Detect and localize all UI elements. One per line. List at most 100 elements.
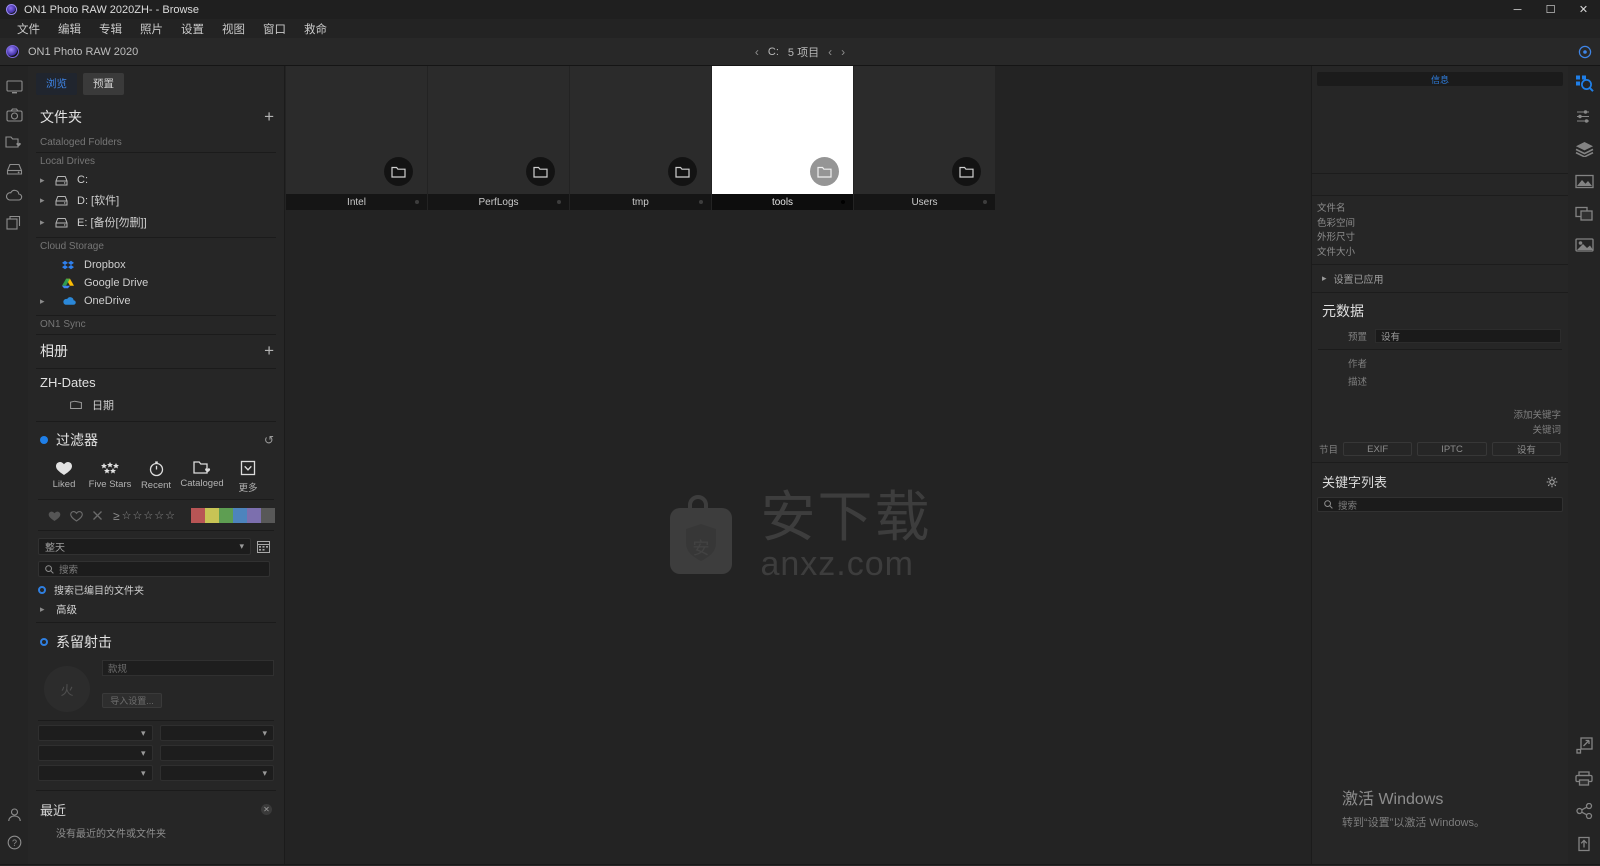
radio-icon[interactable] bbox=[38, 585, 46, 594]
develop-sliders-icon[interactable] bbox=[1576, 109, 1593, 124]
filter-liked[interactable]: Liked bbox=[42, 460, 86, 494]
effects-landscape-icon[interactable] bbox=[1574, 174, 1594, 189]
heart-filled-icon[interactable] bbox=[48, 510, 61, 522]
color-swatch-purple[interactable] bbox=[246, 508, 261, 523]
minimize-button[interactable]: ─ bbox=[1501, 0, 1534, 19]
metadata-preset-field[interactable]: 设有 bbox=[1375, 329, 1561, 343]
add-album-button[interactable]: + bbox=[264, 342, 274, 359]
keyword-search-input[interactable]: 搜索 bbox=[1317, 497, 1563, 512]
color-swatch-gray[interactable] bbox=[260, 508, 275, 523]
date-range-select[interactable]: 整天 ▾ bbox=[38, 538, 251, 555]
chevron-right-icon[interactable]: ▸ bbox=[40, 195, 48, 206]
menu-item-file[interactable]: 文件 bbox=[8, 21, 49, 37]
thumbnail-cell-users[interactable]: Users bbox=[854, 66, 995, 210]
maximize-button[interactable]: ☐ bbox=[1534, 0, 1567, 19]
chevron-right-icon[interactable]: ▸ bbox=[40, 175, 48, 186]
thumbnail-cell-tmp[interactable]: tmp bbox=[570, 66, 711, 210]
chevron-right-icon[interactable]: ▸ bbox=[40, 604, 48, 615]
star-icon[interactable]: ☆ bbox=[165, 509, 175, 522]
star-icon[interactable]: ☆ bbox=[143, 509, 153, 522]
color-swatch-green[interactable] bbox=[218, 508, 233, 523]
star-icon[interactable]: ☆ bbox=[122, 509, 132, 522]
thumbnail-cell-intel[interactable]: Intel bbox=[286, 66, 427, 210]
iptc-button[interactable]: IPTC bbox=[1417, 442, 1487, 456]
heart-outline-icon[interactable] bbox=[70, 510, 83, 522]
filter-more[interactable]: 更多 bbox=[226, 460, 270, 494]
drive-item-e[interactable]: ▸ E: [备份[勿删]] bbox=[28, 211, 284, 233]
tether-dropdown-4[interactable] bbox=[159, 745, 274, 761]
menu-item-album[interactable]: 专辑 bbox=[90, 21, 131, 37]
filter-enabled-dot-icon[interactable] bbox=[40, 436, 48, 444]
breadcrumb-prev-icon[interactable]: ‹ bbox=[828, 45, 832, 59]
color-swatch-red[interactable] bbox=[190, 508, 205, 523]
menu-item-edit[interactable]: 编辑 bbox=[49, 21, 90, 37]
tether-dropdown-2[interactable]: ▾ bbox=[159, 725, 274, 741]
tether-enabled-dot-icon[interactable] bbox=[40, 638, 48, 646]
metadata-author-field[interactable] bbox=[1375, 356, 1561, 370]
filter-five-stars[interactable]: Five Stars bbox=[88, 460, 132, 494]
tether-dropdown-3[interactable]: ▾ bbox=[38, 745, 153, 761]
folder-heart-icon[interactable] bbox=[5, 135, 23, 149]
reject-x-icon[interactable] bbox=[92, 510, 103, 521]
thumbnail-cell-tools[interactable]: tools bbox=[712, 66, 853, 210]
filter-recent[interactable]: Recent bbox=[134, 460, 178, 494]
exif-button[interactable]: EXIF bbox=[1343, 442, 1413, 456]
drive-item-c[interactable]: ▸ C: bbox=[28, 171, 284, 189]
chevron-right-icon[interactable]: ▸ bbox=[40, 217, 48, 228]
star-icon[interactable]: ☆ bbox=[132, 509, 142, 522]
calendar-icon[interactable] bbox=[257, 540, 270, 553]
cloud-item-dropbox[interactable]: Dropbox bbox=[28, 256, 284, 274]
cataloged-search-toggle[interactable]: 搜索已编目的文件夹 bbox=[28, 577, 284, 599]
rating-filter[interactable]: ≥ ☆ ☆ ☆ ☆ ☆ bbox=[113, 509, 175, 523]
add-folder-button[interactable]: + bbox=[264, 108, 274, 125]
menu-item-photo[interactable]: 照片 bbox=[131, 21, 172, 37]
menu-item-view[interactable]: 视图 bbox=[213, 21, 254, 37]
tether-dropdown-5[interactable]: ▾ bbox=[38, 765, 153, 781]
chevron-right-icon[interactable]: ▸ bbox=[40, 296, 48, 307]
print-icon[interactable] bbox=[1575, 771, 1593, 786]
metadata-description-field[interactable] bbox=[1375, 374, 1561, 388]
breadcrumb-back-icon[interactable]: ‹ bbox=[755, 45, 759, 59]
clear-icon[interactable]: ✕ bbox=[261, 804, 272, 815]
export-icon[interactable] bbox=[1576, 836, 1592, 852]
reset-icon[interactable]: ↺ bbox=[264, 433, 274, 447]
user-icon[interactable] bbox=[7, 807, 22, 822]
drive-item-d[interactable]: ▸ D: [软件] bbox=[28, 189, 284, 211]
breadcrumb-next-icon[interactable]: › bbox=[841, 45, 845, 59]
menu-item-settings[interactable]: 设置 bbox=[172, 21, 213, 37]
filter-cataloged[interactable]: Cataloged bbox=[180, 460, 224, 494]
tether-input[interactable]: 款规 bbox=[102, 660, 274, 676]
layers-icon[interactable] bbox=[5, 215, 23, 230]
tether-dropdown-6[interactable]: ▾ bbox=[159, 765, 274, 781]
color-swatch-blue[interactable] bbox=[232, 508, 247, 523]
tab-browse[interactable]: 浏览 bbox=[36, 73, 77, 95]
album-item-date[interactable]: 日期 bbox=[28, 394, 284, 416]
thumbnail-cell-perflogs[interactable]: PerfLogs bbox=[428, 66, 569, 210]
photo-icon[interactable] bbox=[1574, 238, 1594, 252]
search-input[interactable]: 搜索 bbox=[38, 561, 270, 577]
menu-item-window[interactable]: 窗口 bbox=[254, 21, 295, 37]
cloud-icon[interactable] bbox=[5, 189, 23, 202]
portrait-copies-icon[interactable] bbox=[1574, 206, 1594, 221]
breadcrumb-path[interactable]: C: bbox=[768, 46, 779, 58]
none-button[interactable]: 设有 bbox=[1491, 442, 1561, 456]
advanced-toggle[interactable]: ▸ 高级 bbox=[28, 599, 284, 622]
color-swatch-yellow[interactable] bbox=[204, 508, 219, 523]
share-icon[interactable] bbox=[1575, 803, 1593, 819]
drive-icon[interactable] bbox=[6, 162, 23, 176]
tether-dropdown-1[interactable]: ▾ bbox=[38, 725, 153, 741]
resize-icon[interactable] bbox=[1575, 737, 1593, 754]
gear-icon[interactable] bbox=[1546, 476, 1558, 488]
browse-search-icon[interactable] bbox=[1575, 74, 1594, 92]
cloud-item-google-drive[interactable]: Google Drive bbox=[28, 274, 284, 292]
settings-applied-row[interactable]: ▸ 设置已应用 bbox=[1312, 264, 1568, 293]
info-tab-button[interactable]: 信息 bbox=[1317, 72, 1563, 86]
camera-icon[interactable] bbox=[5, 108, 23, 122]
tab-presets[interactable]: 预置 bbox=[83, 73, 124, 95]
monitor-icon[interactable] bbox=[5, 80, 23, 95]
close-button[interactable]: ✕ bbox=[1567, 0, 1600, 19]
cloud-item-onedrive[interactable]: ▸ OneDrive bbox=[28, 292, 284, 310]
help-icon[interactable]: ? bbox=[7, 835, 22, 850]
header-settings-icon[interactable] bbox=[1570, 38, 1600, 66]
import-settings-button[interactable]: 导入设置... bbox=[102, 693, 162, 708]
